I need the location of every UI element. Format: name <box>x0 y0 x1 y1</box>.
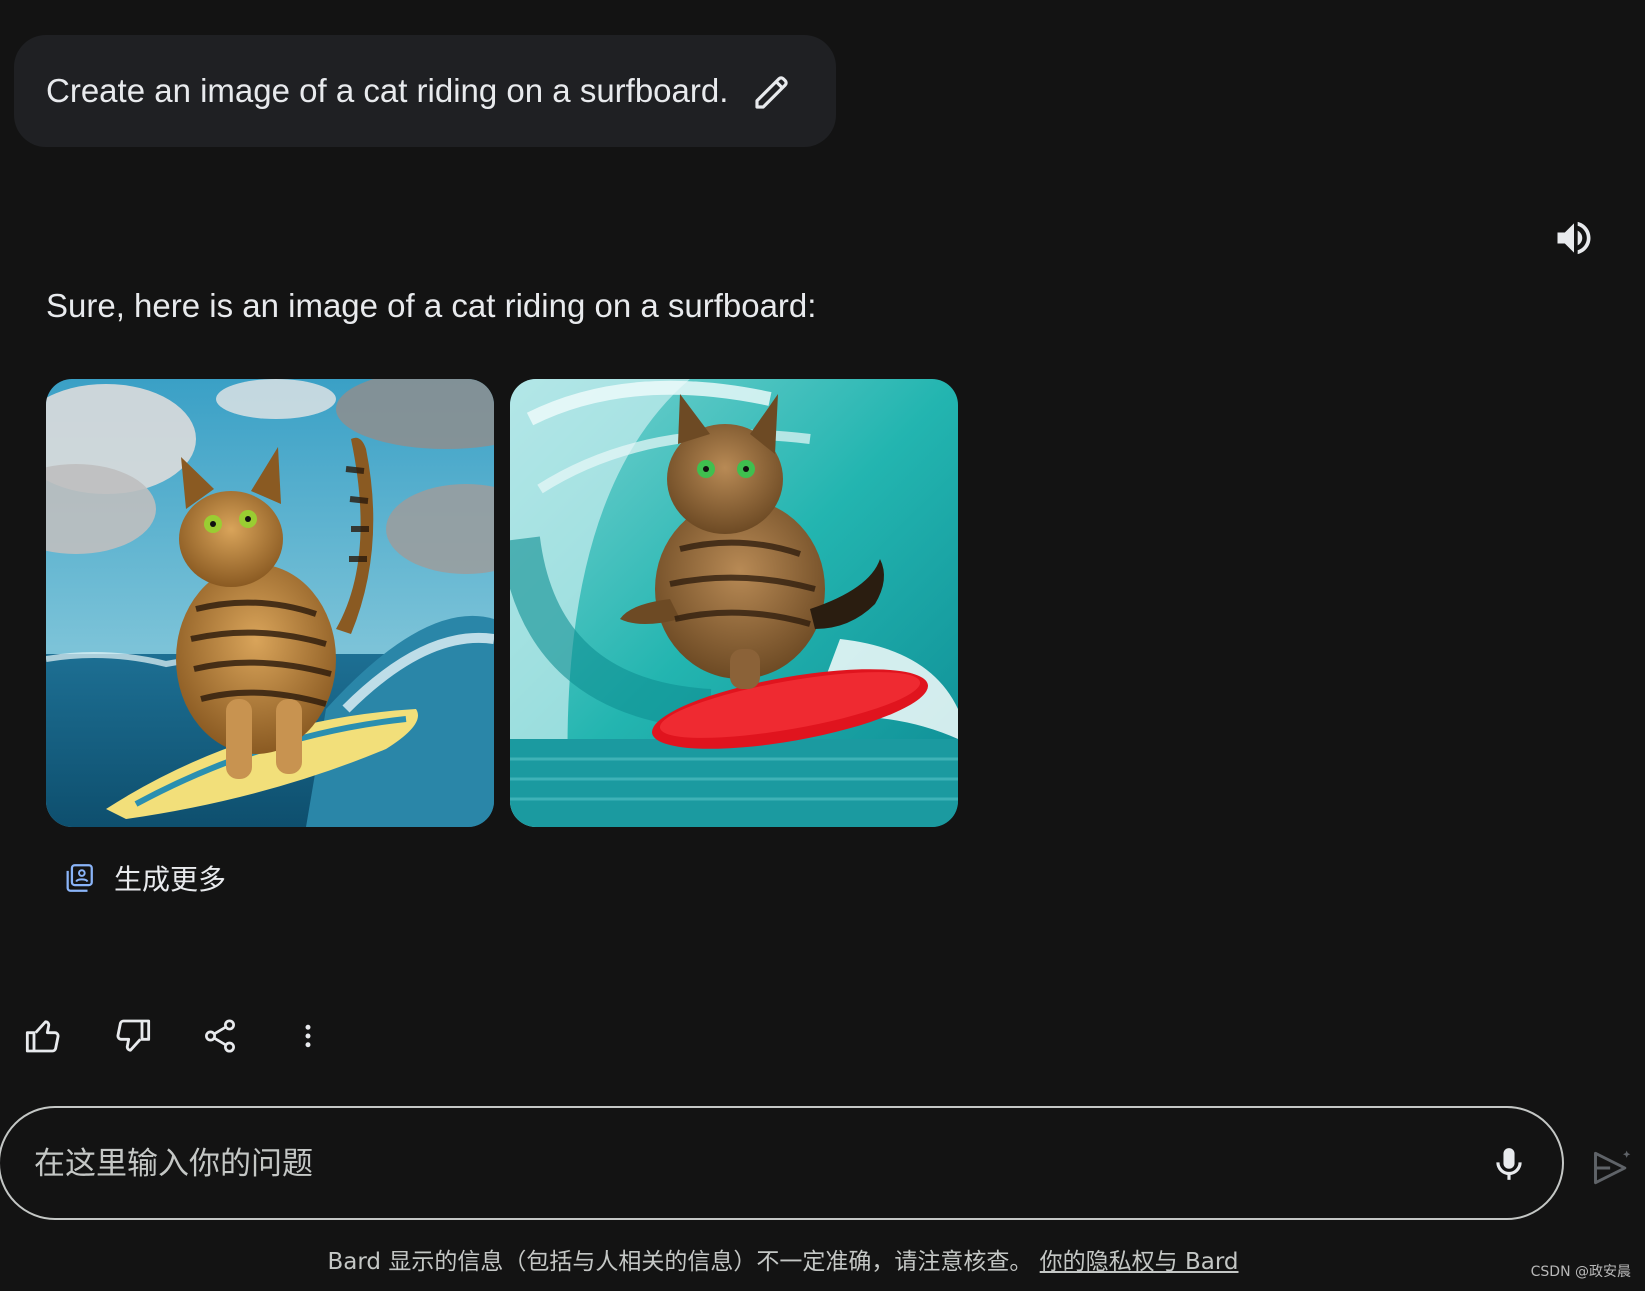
more-options-button[interactable] <box>284 1012 332 1060</box>
response-text: Sure, here is an image of a cat riding o… <box>46 287 817 324</box>
user-prompt-bubble: Create an image of a cat riding on a sur… <box>14 35 836 147</box>
share-icon <box>205 1019 235 1053</box>
generate-more-button[interactable]: 生成更多 <box>62 856 226 900</box>
pencil-icon <box>755 76 788 109</box>
disclaimer-text: Bard 显示的信息（包括与人相关的信息）不一定准确，请注意核查。 <box>327 1249 1033 1275</box>
thumbs-up-button[interactable] <box>20 1012 68 1060</box>
listen-button[interactable] <box>1548 212 1600 264</box>
send-icon <box>1594 1150 1631 1185</box>
speaker-icon <box>1557 221 1591 255</box>
more-vert-icon <box>305 1024 311 1048</box>
thumbs-up-icon <box>25 1020 60 1053</box>
image-stack-icon <box>66 864 93 892</box>
generated-image-1[interactable] <box>46 379 494 827</box>
share-button[interactable] <box>196 1012 244 1060</box>
response-actions <box>20 1012 372 1060</box>
send-button[interactable] <box>1586 1142 1638 1194</box>
mic-icon <box>1496 1148 1522 1180</box>
user-prompt-text: Create an image of a cat riding on a sur… <box>46 72 729 109</box>
thumbs-down-icon <box>116 1019 151 1052</box>
thumbs-down-button[interactable] <box>108 1012 156 1060</box>
generated-image-2[interactable] <box>510 379 958 827</box>
edit-prompt-button[interactable] <box>749 69 795 115</box>
voice-input-button[interactable] <box>1486 1138 1532 1190</box>
chat-input-box <box>0 1106 1564 1220</box>
watermark: CSDN @政安晨 <box>1530 1264 1631 1280</box>
generate-more-label: 生成更多 <box>114 863 227 896</box>
privacy-link[interactable]: 你的隐私权与 Bard <box>1040 1249 1239 1275</box>
chat-input[interactable] <box>32 1134 1396 1194</box>
footer-disclaimer: Bard 显示的信息（包括与人相关的信息）不一定准确，请注意核查。 你的隐私权与… <box>0 1242 1566 1276</box>
